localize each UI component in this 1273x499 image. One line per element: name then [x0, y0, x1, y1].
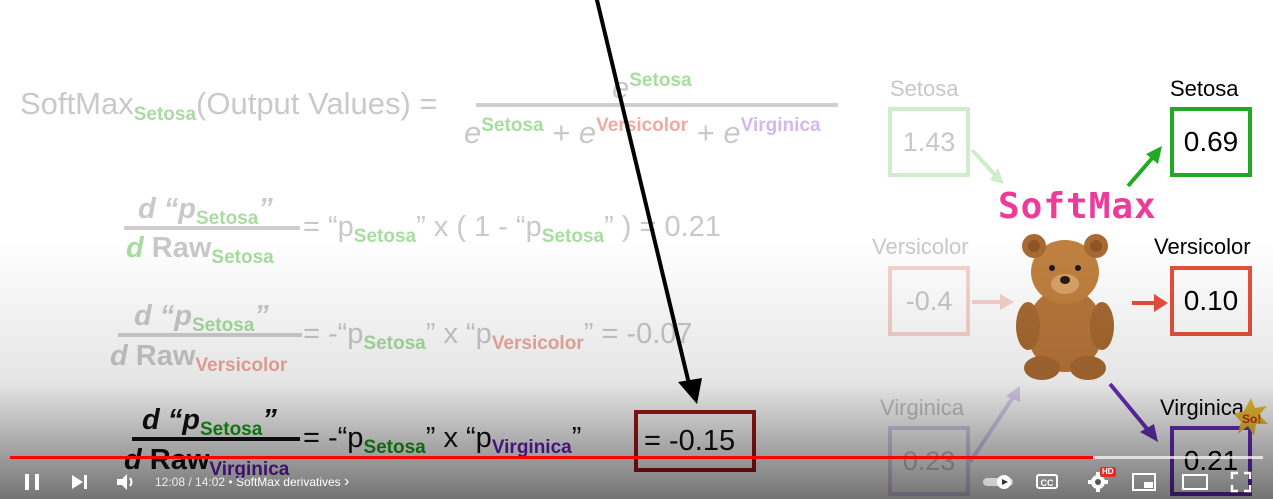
miniplayer-icon[interactable]	[1132, 472, 1156, 492]
theater-icon[interactable]	[1182, 473, 1208, 491]
svg-text:So!: So!	[1242, 412, 1261, 426]
autoplay-toggle-icon[interactable]	[982, 474, 1016, 490]
diagram-arrows	[968, 146, 1168, 464]
captions-icon[interactable]: CC	[1036, 474, 1058, 489]
chapter-chevron-icon[interactable]: ›	[344, 473, 349, 490]
video-frame[interactable]: SoftMaxSetosa(Output Values) = eSetosa e…	[0, 0, 1273, 499]
progress-bar[interactable]	[10, 456, 1263, 459]
pause-icon[interactable]	[22, 472, 42, 492]
arrow-in-virginica	[968, 394, 1016, 464]
time-display: 12:08 / 14:02 • SoftMax derivatives ›	[155, 473, 349, 491]
fullscreen-icon[interactable]	[1230, 471, 1252, 493]
arrow-in-setosa	[970, 148, 998, 178]
chapter-title[interactable]: SoftMax derivatives	[236, 475, 341, 489]
next-icon[interactable]	[70, 473, 88, 491]
hd-badge: HD	[1100, 467, 1116, 477]
progress-played	[10, 456, 1093, 459]
volume-icon[interactable]	[116, 472, 138, 492]
channel-sticker-logo: So!	[1234, 398, 1268, 436]
arrow-out-setosa	[1126, 154, 1156, 188]
arrow-out-virginica	[1108, 382, 1150, 432]
time-separator: •	[228, 475, 233, 489]
current-duration: 12:08 / 14:02	[155, 475, 226, 489]
